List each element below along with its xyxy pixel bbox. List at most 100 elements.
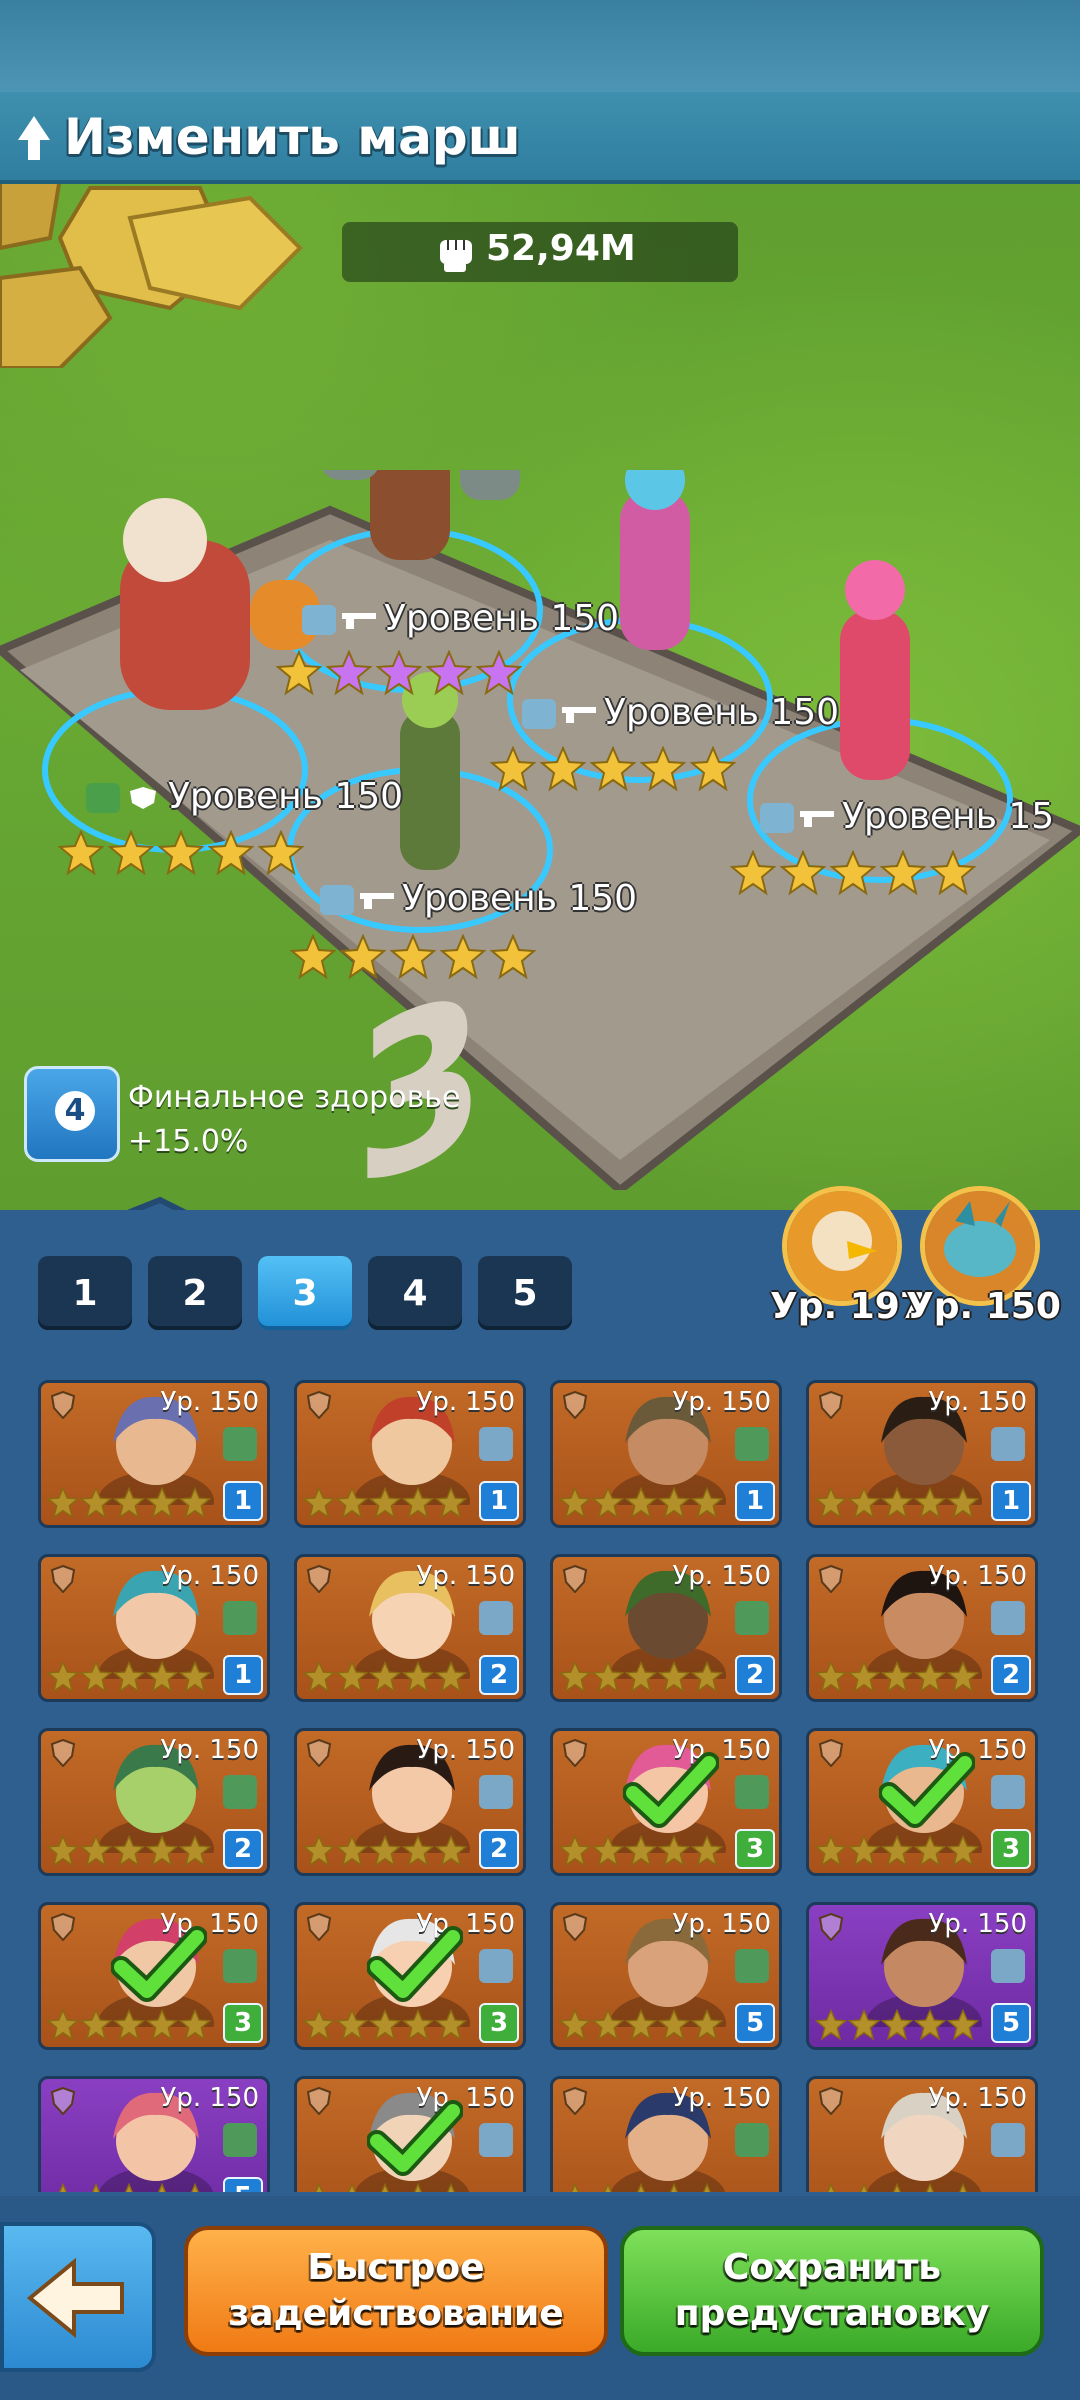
rifle-icon (818, 1565, 844, 1593)
terrain-hexes (0, 178, 303, 368)
star-icon (914, 1487, 946, 1519)
star-icon (80, 2009, 112, 2041)
tab-formation-4[interactable]: 4 (368, 1256, 462, 1330)
star-icon (435, 1487, 467, 1519)
star-icon (947, 1835, 979, 1867)
star-icon (780, 850, 826, 896)
tab-formation-5[interactable]: 5 (478, 1256, 572, 1330)
star-icon (303, 2009, 335, 2041)
hero-card[interactable]: Ур. 150 2 (294, 1554, 526, 1702)
mountain-icon (735, 1427, 769, 1461)
hero-card[interactable]: Ур. 150 5 (550, 1902, 782, 2050)
hero-level: Ур. 150 (160, 1735, 259, 1765)
hero-figure (620, 470, 690, 650)
star-icon (402, 2009, 434, 2041)
star-icon (376, 650, 422, 696)
troop-number-badge: 2 (479, 1829, 519, 1869)
star-icon (592, 1835, 624, 1867)
back-button[interactable] (0, 2222, 156, 2372)
star-icon (559, 1835, 591, 1867)
hero-card[interactable]: Ур. 150 3 (550, 1728, 782, 1876)
quick-deploy-button[interactable]: Быстрое задействование (184, 2226, 608, 2356)
hero-card[interactable]: Ур. 150 1 (806, 1380, 1038, 1528)
slot-stars (290, 934, 536, 980)
slot-level-label: Уровень 150 (320, 878, 637, 919)
shield-icon (50, 1391, 76, 1419)
troop-number-badge: 3 (991, 1829, 1031, 1869)
bonus-label: Финальное здоровье (128, 1080, 461, 1115)
troop-number-badge: 1 (223, 1655, 263, 1695)
hero-card[interactable]: Ур. 150 5 (806, 1902, 1038, 2050)
star-icon (303, 1835, 335, 1867)
star-icon (80, 1487, 112, 1519)
shield-icon (562, 1913, 588, 1941)
mountain-icon (223, 1775, 257, 1809)
save-preset-button[interactable]: Сохранить предустановку (620, 2226, 1044, 2356)
tree-icon (18, 116, 50, 160)
cloud-icon (479, 1775, 513, 1809)
mountain-icon (735, 2123, 769, 2157)
hero-card[interactable]: Ур. 150 2 (294, 1728, 526, 1876)
troop-number-badge: 2 (735, 1655, 775, 1695)
slot-level-label: Уровень 150 (522, 692, 839, 733)
hero-card[interactable]: Ур. 150 2 (550, 1554, 782, 1702)
mountain-icon (735, 1775, 769, 1809)
hero-card[interactable]: Ур. 150 2 (38, 1728, 270, 1876)
star-icon (146, 1661, 178, 1693)
star-icon (347, 2183, 357, 2192)
star-icon (603, 2183, 613, 2192)
shield-icon (562, 1565, 588, 1593)
shield-icon (818, 1913, 844, 1941)
slot-stars (276, 650, 522, 696)
hero-card[interactable]: Ур. 150 (550, 2076, 782, 2192)
star-icon (592, 1487, 624, 1519)
hero-card[interactable]: Ур. 150 1 (38, 1380, 270, 1528)
checkmark-icon (367, 1926, 463, 2002)
star-icon (146, 2009, 178, 2041)
hero-card[interactable]: Ур. 150 (806, 2076, 1038, 2192)
cloud-icon (302, 605, 336, 635)
hero-card[interactable]: Ур. 150 1 (38, 1554, 270, 1702)
hero-stars (47, 2183, 211, 2192)
hero-stars (303, 1835, 467, 1867)
hero-card[interactable]: Ур. 150 3 (294, 1902, 526, 2050)
troop-number-badge: 5 (991, 2003, 1031, 2043)
star-icon (47, 1661, 79, 1693)
slot-stars (490, 746, 736, 792)
bonus-badge[interactable]: 4 (24, 1066, 120, 1162)
shield-icon (306, 1565, 332, 1593)
star-icon (914, 1835, 946, 1867)
star-icon (947, 1487, 979, 1519)
star-icon (815, 1835, 847, 1867)
hero-card[interactable]: Ур. 150 5 (38, 2076, 270, 2192)
hero-stars (303, 1661, 467, 1693)
star-icon (658, 1661, 690, 1693)
star-icon (625, 2009, 657, 2041)
star-icon (958, 2183, 968, 2192)
star-icon (435, 2009, 467, 2041)
star-icon (47, 1835, 79, 1867)
tab-formation-1[interactable]: 1 (38, 1256, 132, 1330)
mountain-icon (223, 2123, 257, 2157)
tab-formation-2[interactable]: 2 (148, 1256, 242, 1330)
star-icon (830, 850, 876, 896)
hero-level: Ур. 150 (672, 1387, 771, 1417)
star-icon (390, 934, 436, 980)
star-icon (91, 2183, 101, 2192)
hero-card[interactable]: Ур. 150 (294, 2076, 526, 2192)
hero-card[interactable]: Ур. 150 3 (38, 1902, 270, 2050)
cloud-icon (479, 1427, 513, 1461)
star-icon (113, 2009, 145, 2041)
hero-card[interactable]: Ур. 150 1 (550, 1380, 782, 1528)
star-icon (340, 934, 386, 980)
mountain-icon (223, 1601, 257, 1635)
hero-card[interactable]: Ур. 150 3 (806, 1728, 1038, 1876)
tab-formation-3[interactable]: 3 (258, 1256, 352, 1330)
cloud-icon (760, 803, 794, 833)
troop-number-badge: 1 (479, 1481, 519, 1521)
star-icon (336, 2009, 368, 2041)
hero-card[interactable]: Ур. 150 2 (806, 1554, 1038, 1702)
hero-card[interactable]: Ур. 150 1 (294, 1380, 526, 1528)
mountain-icon (86, 783, 120, 813)
star-icon (113, 1835, 145, 1867)
